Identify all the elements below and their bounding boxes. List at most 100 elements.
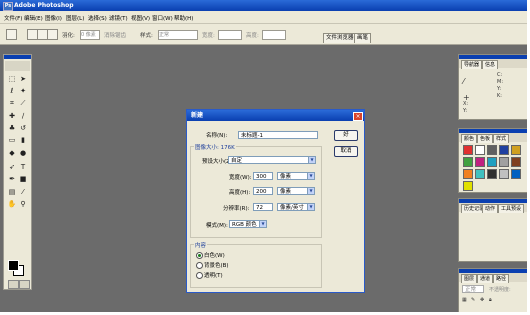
- style-swatch[interactable]: [463, 157, 473, 167]
- dialog-close-icon[interactable]: ×: [353, 112, 363, 121]
- name-input[interactable]: 未标题-1: [238, 131, 318, 139]
- tab-actions[interactable]: 动作: [482, 204, 499, 213]
- width-label: 宽度:: [202, 33, 215, 39]
- height-input[interactable]: [262, 30, 286, 40]
- tab-styles[interactable]: 样式: [493, 134, 510, 143]
- eraser-icon[interactable]: ▭: [7, 135, 17, 145]
- chevron-down-icon: ▼: [259, 221, 266, 227]
- lock-image-icon[interactable]: ✎: [471, 297, 475, 303]
- subtract-selection-icon[interactable]: [47, 29, 58, 40]
- style-swatch[interactable]: [499, 169, 509, 179]
- tab-channels[interactable]: 通道: [477, 274, 494, 283]
- feather-input[interactable]: 0 像素: [80, 30, 100, 40]
- slice-icon[interactable]: ⟋: [18, 98, 28, 108]
- width-unit-select[interactable]: 像素 ▼: [277, 172, 315, 180]
- menu-filter[interactable]: 滤镜(T): [109, 14, 128, 22]
- brush-icon[interactable]: ∕: [18, 111, 28, 121]
- style-swatch[interactable]: [487, 145, 497, 155]
- standard-mode-icon[interactable]: [8, 280, 19, 289]
- menu-select[interactable]: 选择(S): [88, 14, 107, 22]
- radio-background[interactable]: [196, 262, 203, 269]
- height-input[interactable]: 200: [253, 187, 273, 195]
- blur-icon[interactable]: ◆: [7, 148, 17, 158]
- menu-layer[interactable]: 图层(L): [66, 14, 84, 22]
- radio-transparent[interactable]: [196, 272, 203, 279]
- notes-icon[interactable]: ▤: [7, 187, 17, 197]
- width-input[interactable]: 300: [253, 172, 273, 180]
- blend-mode-select[interactable]: 正常: [462, 285, 484, 293]
- tab-color[interactable]: 颜色: [461, 134, 478, 143]
- gradient-icon[interactable]: ▮: [18, 135, 28, 145]
- lock-all-icon[interactable]: 🔒︎: [489, 297, 492, 303]
- type-icon[interactable]: T: [18, 162, 28, 172]
- menu-edit[interactable]: 编辑(E): [24, 14, 43, 22]
- foreground-color-swatch[interactable]: [8, 260, 19, 271]
- history-brush-icon[interactable]: ↺: [18, 123, 28, 133]
- chevron-down-icon: ▼: [307, 188, 314, 194]
- shape-icon[interactable]: ■: [18, 174, 28, 184]
- style-swatch[interactable]: [499, 157, 509, 167]
- dodge-icon[interactable]: ●: [18, 148, 28, 158]
- mode-select[interactable]: RGB 颜色 ▼: [229, 220, 267, 228]
- name-label: 名称(N):: [206, 133, 228, 139]
- tab-navigator[interactable]: 导航器: [461, 60, 483, 69]
- marquee-icon[interactable]: ⬚: [7, 74, 17, 84]
- style-swatch[interactable]: [475, 169, 485, 179]
- tab-file-browser[interactable]: 文件浏览器: [323, 33, 357, 43]
- hand-icon[interactable]: ✋: [7, 199, 17, 209]
- tab-swatches[interactable]: 色板: [477, 134, 494, 143]
- antialias-checkbox-label[interactable]: 消除锯齿: [104, 31, 126, 39]
- move-icon[interactable]: ➤: [18, 74, 28, 84]
- marquee-tool-icon[interactable]: [6, 29, 17, 40]
- resolution-input[interactable]: 72: [253, 203, 273, 211]
- lock-position-icon[interactable]: ✥: [480, 297, 484, 303]
- radio-background-label[interactable]: 背景色(B): [204, 261, 229, 269]
- style-swatch[interactable]: [463, 169, 473, 179]
- tab-info[interactable]: 信息: [482, 60, 499, 69]
- ok-button[interactable]: 好: [334, 130, 358, 141]
- style-swatch[interactable]: [475, 145, 485, 155]
- style-select[interactable]: 正常: [158, 30, 198, 40]
- style-swatch[interactable]: [511, 145, 521, 155]
- style-swatch[interactable]: [475, 157, 485, 167]
- style-swatch[interactable]: [463, 145, 473, 155]
- crop-icon[interactable]: ⌗: [7, 98, 17, 108]
- swatches-tabs: 颜色 色板 样式: [459, 133, 527, 143]
- magic-wand-icon[interactable]: ✦: [18, 86, 28, 96]
- history-panel: 历史记录 动作 工具预设: [458, 198, 527, 262]
- healing-brush-icon[interactable]: ✚: [7, 111, 17, 121]
- lock-transparency-icon[interactable]: ▦: [462, 297, 467, 303]
- menu-help[interactable]: 帮助(H): [174, 14, 193, 22]
- zoom-icon[interactable]: ⚲: [18, 199, 28, 209]
- eyedropper-icon[interactable]: ⁄: [18, 187, 28, 197]
- style-swatch[interactable]: [487, 169, 497, 179]
- menu-window[interactable]: 窗口(W): [152, 14, 173, 22]
- lasso-icon[interactable]: ℓ: [7, 86, 17, 96]
- radio-white-label[interactable]: 白色(W): [204, 251, 225, 259]
- style-swatch[interactable]: [499, 145, 509, 155]
- cancel-button[interactable]: 取消: [334, 146, 358, 157]
- style-swatch[interactable]: [511, 157, 521, 167]
- toolbox: ⬚ ➤ ℓ ✦ ⌗ ⟋ ✚ ∕ ♣ ↺ ▭ ▮ ◆ ● ➶ T ✒ ■ ▤ ⁄ …: [3, 54, 32, 290]
- width-input[interactable]: [218, 30, 242, 40]
- menu-image[interactable]: 图像(I): [45, 14, 62, 22]
- radio-transparent-label[interactable]: 透明(T): [204, 271, 223, 279]
- quick-mask-icon[interactable]: [19, 280, 30, 289]
- height-unit-select[interactable]: 像素 ▼: [277, 187, 315, 195]
- radio-white[interactable]: [196, 252, 203, 259]
- resolution-unit-select[interactable]: 像素/英寸 ▼: [277, 203, 315, 211]
- style-swatch[interactable]: [463, 181, 473, 191]
- clone-stamp-icon[interactable]: ♣: [7, 123, 17, 133]
- tab-brushes[interactable]: 画笔: [354, 33, 372, 43]
- path-selection-icon[interactable]: ➶: [7, 162, 17, 172]
- pen-icon[interactable]: ✒: [7, 174, 17, 184]
- tab-layers[interactable]: 图层: [461, 274, 478, 283]
- tab-tool-presets[interactable]: 工具预设: [498, 204, 525, 213]
- style-swatch[interactable]: [487, 157, 497, 167]
- menu-view[interactable]: 视图(V): [131, 14, 150, 22]
- history-tabs: 历史记录 动作 工具预设: [459, 203, 527, 213]
- preset-select[interactable]: 自定 ▼: [228, 156, 316, 164]
- style-swatch[interactable]: [511, 169, 521, 179]
- tab-paths[interactable]: 路径: [493, 274, 510, 283]
- menu-file[interactable]: 文件(F): [4, 14, 22, 22]
